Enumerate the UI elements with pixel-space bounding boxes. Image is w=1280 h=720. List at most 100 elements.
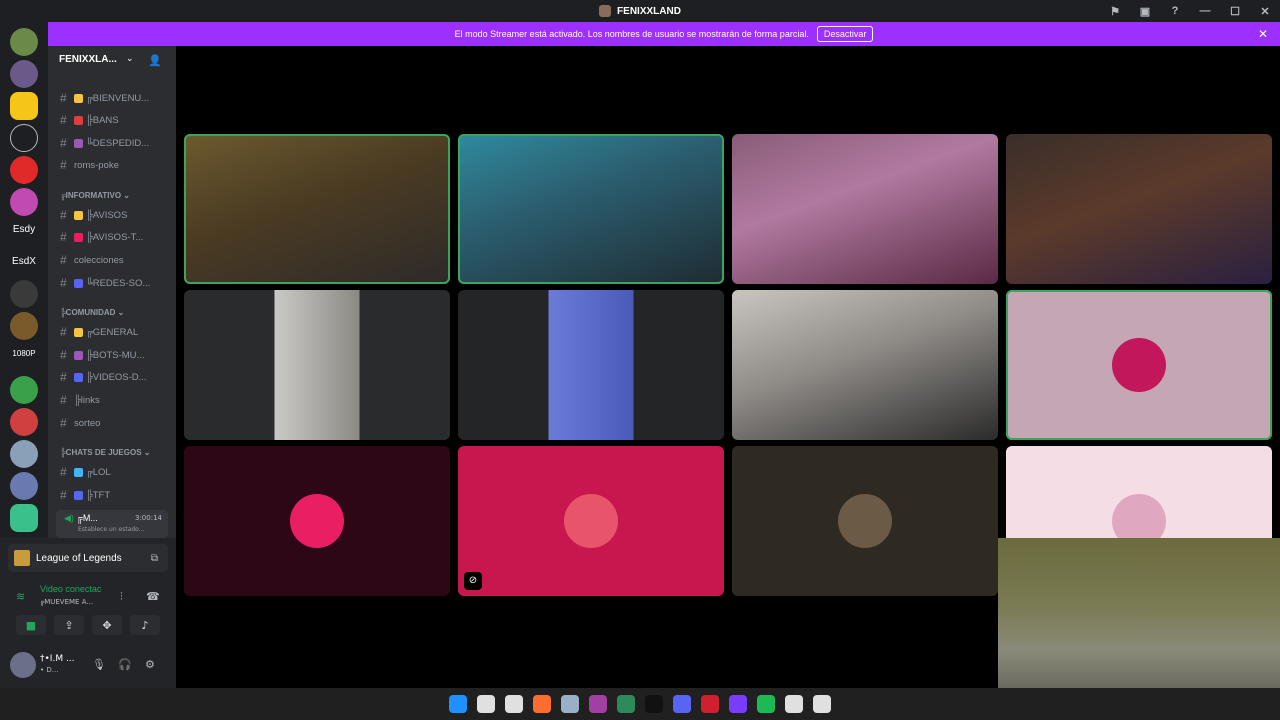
taskbar-app-icon[interactable] <box>757 695 775 713</box>
server-icon[interactable] <box>10 124 38 152</box>
activities-button[interactable]: ✥ <box>92 615 122 635</box>
taskbar-app-icon[interactable] <box>813 695 831 713</box>
video-tile[interactable] <box>732 290 998 440</box>
window-title: FENIXXLAND <box>617 5 681 17</box>
server-icon[interactable] <box>10 28 38 56</box>
activity-card[interactable]: League of Legends ⧉ <box>8 544 168 572</box>
taskbar-app-icon[interactable] <box>673 695 691 713</box>
participant-avatar <box>1112 338 1166 392</box>
inbox-icon[interactable]: ⚑ <box>1100 5 1130 18</box>
taskbar-app-icon[interactable] <box>701 695 719 713</box>
server-icon[interactable] <box>10 408 38 436</box>
video-tile[interactable] <box>1006 134 1272 284</box>
screen-share-button[interactable]: ⇪ <box>54 615 84 635</box>
channel-item[interactable]: # ╚REDES-SO... <box>60 275 150 291</box>
hash-icon: # <box>60 136 67 150</box>
chevron-down-icon[interactable]: ⌄ <box>126 54 134 64</box>
server-icon[interactable] <box>10 188 38 216</box>
video-tile[interactable] <box>184 134 450 284</box>
video-tile[interactable] <box>732 446 998 596</box>
server-icon[interactable] <box>10 92 38 120</box>
taskbar-app-icon[interactable] <box>505 695 523 713</box>
hash-icon: # <box>60 348 67 362</box>
hash-icon: # <box>60 253 67 267</box>
headphones-icon[interactable]: 🎧 <box>118 658 132 671</box>
channel-item[interactable]: # ╠VIDEOS-D... <box>60 369 147 385</box>
channel-item[interactable]: # colecciones <box>60 252 124 268</box>
channel-item[interactable]: # ╠TFT <box>60 487 110 503</box>
camera-button[interactable]: ■ <box>16 615 46 635</box>
channel-emoji-icon <box>74 210 83 220</box>
invite-icon[interactable]: 👤 <box>148 54 162 67</box>
server-icon[interactable] <box>10 376 38 404</box>
hash-icon: # <box>60 465 67 479</box>
taskbar-app-icon[interactable] <box>449 695 467 713</box>
taskbar-app-icon[interactable] <box>645 695 663 713</box>
mic-icon[interactable]: 🎙 <box>92 658 106 671</box>
video-tile[interactable] <box>732 134 998 284</box>
channel-item[interactable]: # ╔GENERAL <box>60 324 138 340</box>
voice-channel-active[interactable]: ◀) ╔M... 3:00:14 Establece un estado... <box>56 510 168 538</box>
voice-panel: League of Legends ⧉ ≋ Video conectac ╔MU… <box>0 538 176 688</box>
server-icon[interactable] <box>10 60 38 88</box>
voice-connected-channel[interactable]: ╔MUEVEME A... <box>40 598 93 606</box>
hash-icon: # <box>60 113 67 127</box>
channel-item[interactable]: # ╠BOTS-MU... <box>60 347 144 363</box>
channel-emoji-icon <box>74 93 83 103</box>
hash-icon: # <box>60 416 67 430</box>
close-banner-icon[interactable]: ✕ <box>1258 27 1268 41</box>
server-text-esdx[interactable]: EsdX <box>4 256 44 267</box>
server-icon[interactable] <box>10 156 38 184</box>
category-comunidad[interactable]: ╠COMUNIDAD ⌄ <box>60 308 124 317</box>
streamer-webcam-overlay <box>998 538 1280 688</box>
disable-streamer-button[interactable]: Desactivar <box>816 26 874 42</box>
channel-item[interactable]: # ╔BIENVENU... <box>60 90 149 106</box>
channel-item[interactable]: # ╚DESPEDID... <box>60 135 149 151</box>
server-icon[interactable] <box>10 504 38 532</box>
screen-icon[interactable]: ▣ <box>1130 5 1160 18</box>
channel-item[interactable]: # ╔LOL <box>60 464 111 480</box>
video-tile[interactable] <box>458 134 724 284</box>
avatar[interactable] <box>10 652 36 678</box>
channel-item[interactable]: # ╠AVISOS-T... <box>60 229 143 245</box>
server-icon[interactable] <box>10 472 38 500</box>
user-status: • D... <box>40 666 59 674</box>
voice-channel-status: Establece un estado... <box>78 526 145 533</box>
guild-name[interactable]: FENIXXLA... <box>59 54 117 65</box>
video-tile[interactable] <box>1006 290 1272 440</box>
disconnect-icon[interactable]: ☎ <box>146 590 160 603</box>
taskbar-app-icon[interactable] <box>533 695 551 713</box>
taskbar-app-icon[interactable] <box>561 695 579 713</box>
taskbar-app-icon[interactable] <box>729 695 747 713</box>
close-window-button[interactable]: ✕ <box>1250 5 1280 18</box>
category-juegos[interactable]: ╠CHATS DE JUEGOS ⌄ <box>60 448 150 457</box>
video-tile[interactable] <box>184 446 450 596</box>
server-icon[interactable] <box>10 280 38 308</box>
soundboard-button[interactable]: ♪ <box>130 615 160 635</box>
video-tile[interactable] <box>184 290 450 440</box>
gear-icon[interactable]: ⚙ <box>145 658 155 671</box>
help-icon[interactable]: ? <box>1160 5 1190 17</box>
voice-channel-name: ◀) ╔M... <box>64 513 98 523</box>
channel-emoji-icon <box>74 327 83 337</box>
activity-settings-icon[interactable]: ⧉ <box>151 553 158 564</box>
channel-item[interactable]: # ╠links <box>60 392 100 408</box>
category-informativo[interactable]: ╔INFORMATIVO ⌄ <box>60 191 130 200</box>
channel-item[interactable]: # roms-poke <box>60 157 119 173</box>
taskbar-app-icon[interactable] <box>785 695 803 713</box>
taskbar-app-icon[interactable] <box>589 695 607 713</box>
server-text-1080p[interactable]: 1080P <box>4 349 44 358</box>
video-tile[interactable] <box>458 290 724 440</box>
taskbar-app-icon[interactable] <box>617 695 635 713</box>
minimize-button[interactable]: — <box>1190 5 1220 17</box>
server-text-esdy[interactable]: Esdy <box>4 224 44 235</box>
maximize-button[interactable]: ☐ <box>1220 5 1250 18</box>
taskbar-app-icon[interactable] <box>477 695 495 713</box>
server-icon[interactable] <box>10 440 38 468</box>
video-tile[interactable]: ⊘ <box>458 446 724 596</box>
channel-item[interactable]: # ╠AVISOS <box>60 207 127 223</box>
channel-item[interactable]: # ╠BANS <box>60 112 119 128</box>
server-icon[interactable] <box>10 312 38 340</box>
channel-item[interactable]: # sorteo <box>60 415 100 431</box>
noise-suppression-icon[interactable]: ⫶ <box>120 590 123 604</box>
